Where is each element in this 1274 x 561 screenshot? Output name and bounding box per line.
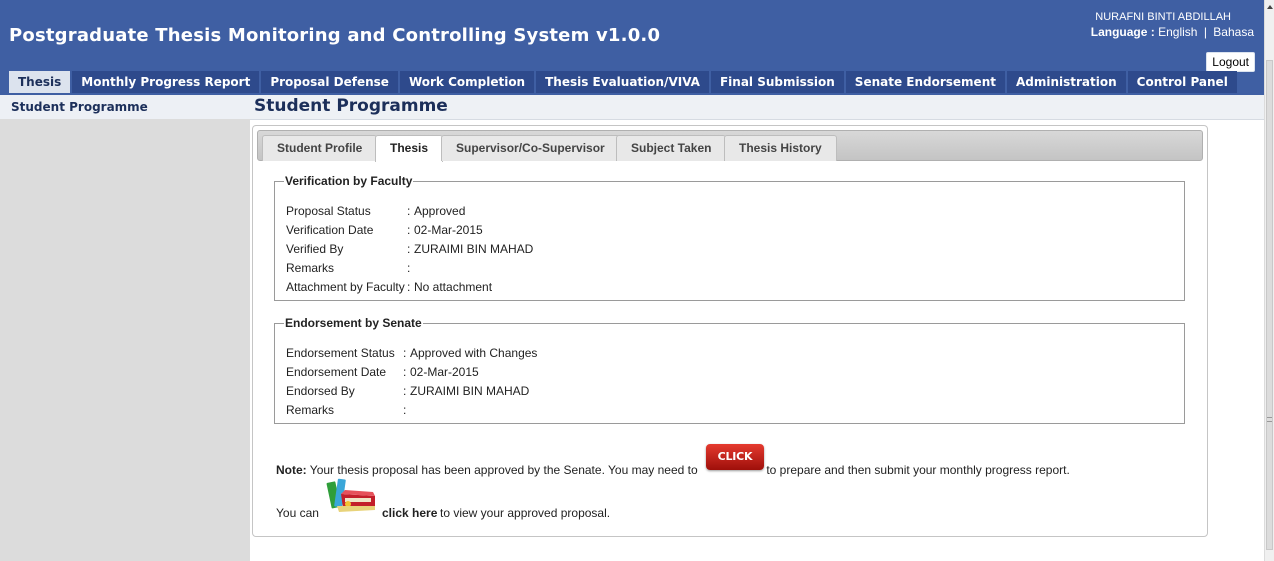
language-label: Language : (1090, 25, 1155, 39)
books-icon[interactable] (321, 476, 379, 518)
field-value: Approved (414, 204, 466, 218)
field-colon: : (403, 403, 407, 417)
page-title: Student Programme (250, 95, 1264, 120)
nav-tab-proposal-defense[interactable]: Proposal Defense (261, 71, 398, 93)
field-label: Remarks (286, 403, 335, 417)
subtab-student-profile[interactable]: Student Profile (262, 135, 378, 161)
lang-english-link[interactable]: English (1158, 25, 1197, 39)
field-label: Verification Date (286, 223, 374, 237)
info-row: Remarks: (286, 403, 410, 417)
nav-tab-final-submission[interactable]: Final Submission (710, 71, 844, 93)
field-value: ZURAIMI BIN MAHAD (410, 384, 530, 398)
field-colon: : (407, 204, 411, 218)
app-title: Postgraduate Thesis Monitoring and Contr… (9, 25, 661, 46)
field-colon: : (407, 261, 411, 275)
scroll-up-arrow-icon[interactable] (1267, 5, 1273, 9)
lang-separator: | (1203, 25, 1207, 39)
sidebar: Student Programme (0, 95, 250, 561)
subtab-supervisor[interactable]: Supervisor/Co-Supervisor (441, 135, 620, 161)
field-value: No attachment (414, 280, 493, 294)
note-text-before: Your thesis proposal has been approved b… (309, 463, 698, 477)
nav-tab-thesis[interactable]: Thesis (9, 71, 71, 93)
field-value: 02-Mar-2015 (410, 365, 479, 379)
note-text-after: to prepare and then submit your monthly … (766, 463, 1070, 477)
info-row: Remarks: (286, 261, 414, 275)
lang-bahasa-link[interactable]: Bahasa (1213, 25, 1254, 39)
info-row: Endorsement Status: Approved with Changes (286, 346, 537, 360)
field-label: Remarks (286, 261, 335, 275)
field-colon: : (403, 346, 407, 360)
nav-tab-control-panel[interactable]: Control Panel (1127, 71, 1237, 93)
info-row: Verification Date:02-Mar-2015 (286, 223, 483, 237)
nav-tab-thesis-evaluation-viva[interactable]: Thesis Evaluation/VIVA (536, 71, 709, 93)
note-text: Note: Your thesis proposal has been appr… (276, 463, 1070, 477)
nav-tab-administration[interactable]: Administration (1006, 71, 1126, 93)
endorsement-legend: Endorsement by Senate (285, 316, 422, 330)
content-panel: Student Profile Thesis Supervisor/Co-Sup… (252, 125, 1208, 537)
info-row: Verified By: ZURAIMI BIN MAHAD (286, 242, 533, 256)
nav-tab-work-completion[interactable]: Work Completion (399, 71, 535, 93)
verification-fieldset: Verification by Faculty Proposal Status:… (274, 174, 1185, 301)
subtab-thesis[interactable]: Thesis (375, 135, 444, 162)
field-value: 02-Mar-2015 (414, 223, 483, 237)
info-row: Attachment by Faculty: No attachment (286, 280, 492, 294)
subtab-thesis-history[interactable]: Thesis History (724, 135, 837, 161)
note-label: Note: (276, 463, 307, 477)
view-proposal-link[interactable]: click here (382, 506, 437, 520)
field-label: Proposal Status (286, 204, 371, 218)
field-colon: : (407, 223, 411, 237)
subtab-subject-taken[interactable]: Subject Taken (616, 135, 727, 161)
view-suffix: to view your approved proposal. (440, 506, 611, 520)
info-row: Proposal Status: Approved (286, 204, 465, 218)
field-label: Endorsement Date (286, 365, 387, 379)
endorsement-fieldset: Endorsement by Senate Endorsement Status… (274, 316, 1185, 424)
nav-tab-senate-endorsement[interactable]: Senate Endorsement (845, 71, 1005, 93)
scroll-grip-icon (1267, 417, 1272, 422)
field-colon: : (407, 242, 411, 256)
main-nav: Thesis Monthly Progress Report Proposal … (9, 71, 1237, 93)
user-name: NURAFNI BINTI ABDILLAH (1095, 11, 1231, 23)
subtab-bar: Student Profile Thesis Supervisor/Co-Sup… (257, 130, 1203, 162)
info-row: Endorsement Date:02-Mar-2015 (286, 365, 479, 379)
field-value: ZURAIMI BIN MAHAD (414, 242, 534, 256)
click-here-button[interactable]: CLICK HERE (706, 444, 764, 489)
field-value: Approved with Changes (410, 346, 538, 360)
field-label: Endorsement Status (286, 346, 395, 360)
field-colon: : (403, 384, 407, 398)
info-row: Endorsed By: ZURAIMI BIN MAHAD (286, 384, 529, 398)
nav-tab-monthly-progress-report[interactable]: Monthly Progress Report (72, 71, 260, 93)
language-switcher: Language : English | Bahasa (1091, 25, 1254, 39)
field-label: Verified By (286, 242, 344, 256)
field-label: Attachment by Faculty (286, 280, 405, 294)
vertical-scrollbar[interactable] (1264, 0, 1274, 561)
field-label: Endorsed By (286, 384, 355, 398)
logout-button[interactable]: Logout (1206, 52, 1255, 72)
sidebar-item-student-programme[interactable]: Student Programme (0, 95, 250, 119)
scroll-thumb[interactable] (1266, 60, 1273, 550)
field-colon: : (403, 365, 407, 379)
view-prefix: You can (276, 506, 319, 520)
verification-legend: Verification by Faculty (285, 174, 413, 188)
field-colon: : (407, 280, 411, 294)
